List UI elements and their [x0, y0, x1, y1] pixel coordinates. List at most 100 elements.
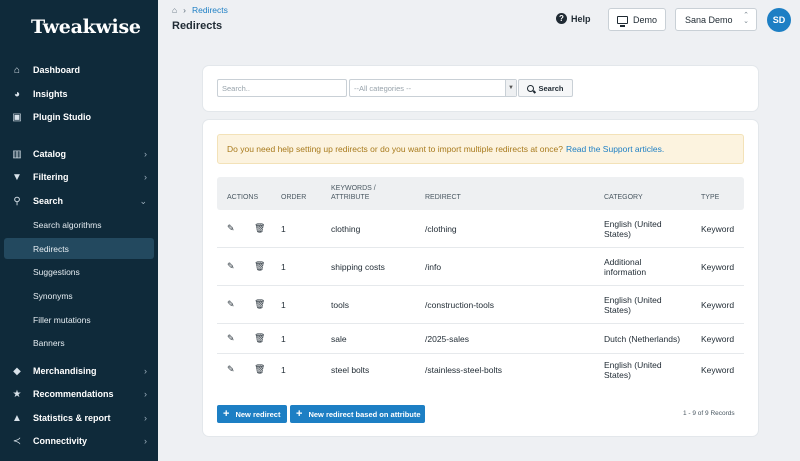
sidebar-subitem-suggestions[interactable]: Suggestions: [4, 261, 154, 282]
delete-icon[interactable]: 🗑: [254, 333, 265, 344]
search-input[interactable]: Search..: [217, 79, 347, 97]
edit-icon[interactable]: ✎: [227, 333, 235, 344]
delete-icon[interactable]: 🗑: [254, 299, 265, 310]
breadcrumb-current[interactable]: Redirects: [192, 5, 228, 15]
cell-type: Keyword: [701, 365, 735, 375]
pie-chart-icon: ◕: [13, 88, 21, 100]
tag-icon: ◆: [13, 365, 21, 377]
help-label: Help: [571, 13, 591, 24]
sidebar-item-connectivity[interactable]: ≺ Connectivity ›: [0, 430, 158, 452]
category-select[interactable]: --All categories -- ▼: [349, 79, 517, 97]
cell-redirect: /2025-sales: [425, 334, 469, 344]
sidebar-subitem-redirects[interactable]: Redirects: [4, 238, 154, 259]
new-redirect-button[interactable]: + New redirect: [217, 405, 287, 423]
search-button-label: Search: [538, 83, 564, 93]
sidebar-subitem-label: Synonyms: [33, 290, 73, 301]
shop-select-value: Sana Demo: [685, 14, 733, 25]
edit-icon[interactable]: ✎: [227, 299, 235, 310]
cell-category: English (United States): [604, 219, 662, 239]
search-card: Search.. --All categories -- ▼ Search: [203, 66, 758, 111]
sidebar-subitem-search-algorithms[interactable]: Search algorithms: [4, 214, 154, 235]
new-redirect-attribute-button[interactable]: + New redirect based on attribute: [290, 405, 425, 423]
cell-category: English (United States): [604, 360, 662, 380]
delete-icon[interactable]: 🗑: [254, 223, 265, 234]
sidebar-subitem-label: Search algorithms: [33, 219, 102, 230]
sidebar-item-filtering[interactable]: ▼ Filtering ›: [0, 166, 158, 188]
cell-type: Keyword: [701, 334, 735, 344]
cell-category-line2: States): [604, 370, 631, 380]
new-redirect-label: New redirect: [235, 409, 281, 419]
cell-category: English (United States): [604, 295, 662, 315]
column-header-order: Order: [281, 194, 307, 201]
cell-keyword: steel bolts: [331, 365, 370, 375]
cell-keyword: sale: [331, 334, 347, 344]
cell-category: Dutch (Netherlands): [604, 334, 681, 344]
chevron-down-icon: ▼: [505, 80, 516, 96]
sidebar-item-catalog[interactable]: ▥ Catalog ›: [0, 143, 158, 165]
sidebar-subitem-banners[interactable]: Banners: [4, 332, 154, 353]
sidebar: Tweakwise ⌂ Dashboard ◕ Insights ▣ Plugi…: [0, 0, 158, 461]
sidebar-subitem-filler-mutations[interactable]: Filler mutations: [4, 309, 154, 330]
sidebar-item-search[interactable]: ⚲ Search ⌄: [0, 190, 158, 212]
book-icon: ▥: [12, 148, 22, 160]
sidebar-item-dashboard[interactable]: ⌂ Dashboard: [0, 59, 158, 81]
chevron-right-icon: ›: [144, 389, 147, 399]
sidebar-item-label: Search: [33, 196, 64, 206]
filter-icon: ▼: [12, 171, 22, 183]
cell-redirect: /stainless-steel-bolts: [425, 365, 503, 375]
chevron-right-icon: ›: [144, 413, 147, 423]
cell-order: 1: [281, 334, 286, 344]
redirects-card: Do you need help setting up redirects or…: [203, 120, 758, 436]
sidebar-subitem-label: Redirects: [33, 243, 69, 254]
table-row: ✎ 🗑 1 tools /construction-tools English …: [217, 286, 744, 324]
sidebar-item-label: Connectivity: [33, 436, 88, 446]
sidebar-item-statistics[interactable]: ▲ Statistics & report ›: [0, 407, 158, 429]
cell-redirect: /clothing: [425, 224, 457, 234]
sidebar-subitem-label: Banners: [33, 337, 65, 348]
plus-icon: +: [296, 408, 303, 420]
column-header-category: Category: [604, 194, 643, 201]
sidebar-item-recommendations[interactable]: ★ Recommendations ›: [0, 383, 158, 405]
edit-icon[interactable]: ✎: [227, 261, 235, 272]
demo-button[interactable]: Demo: [608, 8, 666, 31]
shop-select[interactable]: Sana Demo ⌃ ⌄: [675, 8, 757, 31]
help-alert: Do you need help setting up redirects or…: [217, 134, 744, 164]
sidebar-item-label: Catalog: [33, 149, 67, 159]
column-header-keywords: Keywords / Attribute: [331, 184, 376, 202]
avatar[interactable]: SD: [767, 8, 791, 32]
column-header-type: Type: [701, 194, 720, 201]
sidebar-item-label: Dashboard: [33, 65, 81, 75]
app-logo[interactable]: Tweakwise: [31, 16, 141, 38]
chevron-down-icon: ⌄: [139, 195, 147, 206]
table-row: ✎ 🗑 1 steel bolts /stainless-steel-bolts…: [217, 354, 744, 392]
sidebar-item-label: Insights: [33, 89, 68, 99]
plugin-icon: ▣: [12, 111, 22, 123]
edit-icon[interactable]: ✎: [227, 223, 235, 234]
select-arrows-icon: ⌃ ⌄: [743, 12, 749, 25]
plus-icon: +: [223, 408, 230, 420]
star-icon: ★: [12, 388, 22, 400]
sidebar-subitem-label: Suggestions: [33, 266, 80, 277]
records-count: 1 - 9 of 9 Records: [683, 410, 735, 417]
cell-category-line2: information: [604, 267, 647, 277]
cell-category-line1: English (United: [604, 295, 662, 305]
demo-label: Demo: [632, 14, 657, 25]
help-button[interactable]: ? Help: [556, 13, 591, 24]
edit-icon[interactable]: ✎: [227, 364, 235, 375]
chevron-right-icon: ›: [144, 149, 147, 159]
support-articles-link[interactable]: Read the Support articles.: [566, 144, 664, 154]
delete-icon[interactable]: 🗑: [254, 364, 265, 375]
sidebar-item-insights[interactable]: ◕ Insights: [0, 83, 158, 105]
cell-category-line2: States): [604, 305, 631, 315]
cell-order: 1: [281, 365, 286, 375]
chevron-right-icon: ›: [144, 436, 147, 446]
home-icon[interactable]: ⌂: [172, 5, 177, 15]
sidebar-subitem-synonyms[interactable]: Synonyms: [4, 285, 154, 306]
search-button[interactable]: Search: [518, 79, 573, 97]
sidebar-item-merchandising[interactable]: ◆ Merchandising ›: [0, 360, 158, 382]
delete-icon[interactable]: 🗑: [254, 261, 265, 272]
sidebar-item-plugin-studio[interactable]: ▣ Plugin Studio: [0, 106, 158, 128]
cell-order: 1: [281, 300, 286, 310]
cell-category-line1: Additional: [604, 257, 642, 267]
column-header-actions: Actions: [227, 194, 259, 201]
